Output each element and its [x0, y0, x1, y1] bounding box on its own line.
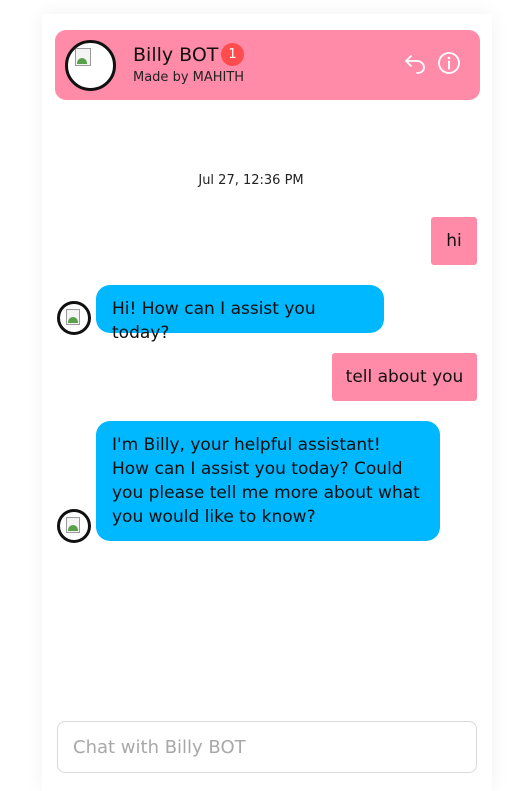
info-circle-icon[interactable] [436, 50, 462, 76]
chat-header: Billy BOT 1 Made by MAHITH [55, 30, 480, 100]
bot-avatar-small [57, 509, 91, 543]
bot-avatar-small [57, 301, 91, 335]
broken-image-icon [66, 517, 80, 533]
chat-input[interactable] [57, 721, 477, 773]
bot-message: Hi! How can I assist you today? [96, 285, 384, 343]
user-message: tell about you [332, 353, 477, 401]
broken-image-icon [66, 309, 80, 325]
chat-subtitle: Made by MAHITH [133, 70, 245, 85]
broken-image-icon [75, 48, 91, 66]
undo-arrow-icon[interactable] [402, 50, 428, 76]
chat-title: Billy BOT [133, 44, 219, 66]
message-timestamp: Jul 27, 12:36 PM [198, 173, 304, 188]
unread-badge: 1 [221, 43, 244, 66]
chat-window: Billy BOT 1 Made by MAHITH [42, 14, 492, 791]
bot-message: I'm Billy, your helpful assistant! How c… [96, 421, 440, 541]
bot-avatar [65, 40, 116, 91]
user-message: hi [431, 217, 477, 265]
